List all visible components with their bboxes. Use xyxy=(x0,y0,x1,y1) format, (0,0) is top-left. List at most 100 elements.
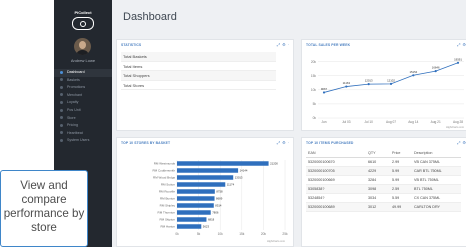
table-cell: 3284 xyxy=(366,175,390,185)
data-label: 16646 xyxy=(432,66,440,70)
sidebar-item-label: Loyalty xyxy=(67,100,79,105)
statistics-card: STATISTICS ⤢ ⚙ · Total Baskets Total Items… xyxy=(116,39,294,131)
x-tick-label: 0k xyxy=(175,232,179,236)
table-row[interactable]: 5324854? 3034 5.59 CX CAN 375ML xyxy=(306,193,461,203)
column-header-ean[interactable]: EAN xyxy=(306,149,366,158)
sidebar-item-label: Heartbeat xyxy=(67,130,83,135)
sidebar-item-system-users[interactable]: System Users xyxy=(54,137,112,145)
table-row[interactable]: 5320000100705 4229 5.99 CAR BTL 750ML xyxy=(306,166,461,176)
data-point xyxy=(367,83,370,86)
sidebar-item-dashboard[interactable]: Dashboard xyxy=(54,69,112,77)
statistics-list: Total Baskets Total Items Total Shoppers… xyxy=(121,52,276,90)
x-tick-label: Aug 21 xyxy=(431,120,441,124)
y-tick-label: 5k xyxy=(313,102,317,106)
table-row[interactable]: 5320000100669 3284 5.99 VB BTL 750ML xyxy=(306,175,461,185)
expand-icon[interactable]: ⤢ xyxy=(277,42,280,47)
table-cell: 5305838? xyxy=(306,184,366,194)
table-cell: 5320000100689 xyxy=(306,202,366,212)
table-cell: 5320000100669 xyxy=(306,175,366,185)
bar xyxy=(177,217,207,222)
bar xyxy=(177,175,234,180)
table-cell: VB BTL 750ML xyxy=(412,175,461,185)
table-row[interactable]: 5320000100689 3012 49.99 CARLTON DRY xyxy=(306,202,461,212)
store-icon xyxy=(60,116,63,120)
bar xyxy=(177,210,211,215)
data-point xyxy=(412,74,415,77)
gear-icon[interactable]: ⚙ xyxy=(282,42,286,47)
list-item: Total Items xyxy=(121,62,276,71)
data-label: 6818 xyxy=(208,218,215,222)
sidebar-item-promotions[interactable]: Promotions xyxy=(54,84,112,92)
table-cell: 49.99 xyxy=(390,202,412,212)
data-point xyxy=(456,61,460,64)
data-label: 7806 xyxy=(212,211,219,215)
sidebar-item-label: Merchant xyxy=(67,92,82,97)
loyalty-icon xyxy=(60,100,63,104)
promotion-icon xyxy=(60,85,63,89)
page-title: Dashboard xyxy=(123,11,177,23)
x-tick-label: Aug 28 xyxy=(453,120,463,124)
y-tick-label: 0k xyxy=(313,116,317,120)
table-cell: 5320000100705 xyxy=(306,166,366,176)
chart-credit: Highcharts.com xyxy=(267,239,285,243)
sidebar-item-label: Store xyxy=(67,115,76,120)
table-cell: CAR BTL 750ML xyxy=(412,166,461,176)
brand-logo-icon[interactable] xyxy=(72,17,94,30)
expand-icon[interactable]: ⤢ xyxy=(457,140,460,145)
table-cell: 2.59 xyxy=(390,184,412,194)
users-icon xyxy=(60,138,63,142)
data-label: 14144 xyxy=(240,169,248,173)
sidebar-item-label: Baskets xyxy=(67,77,80,82)
x-tick-label: 5k xyxy=(197,232,201,236)
data-label: 9067 xyxy=(321,87,328,91)
category-label: RM Skipton xyxy=(159,218,175,222)
pricing-icon xyxy=(60,123,63,127)
sidebar-item-label: Dashboard xyxy=(67,70,85,74)
items-table-card: TOP 10 ITEMS PURCHASED ⤢ ⚙ EAN QTY Price … xyxy=(301,137,466,247)
data-label: 13013 xyxy=(235,176,243,180)
table-cell: 5.99 xyxy=(390,166,412,176)
gear-icon[interactable]: ⚙ xyxy=(462,140,466,145)
table-cell: 5324854? xyxy=(306,193,366,203)
x-tick-label: Jul 10 xyxy=(364,120,373,124)
table-row[interactable]: 5320000100670 6610 2.99 VB CAN 375ML xyxy=(306,157,461,167)
sales-line-chart: 20k 15k 10k 5k 0k Jun Jul 03 Jul 10 Aug 07 Aug 14… xyxy=(311,57,464,129)
card-tools: ⤢ ⚙ · xyxy=(275,42,289,47)
sidebar-item-pricing[interactable]: Pricing xyxy=(54,122,112,130)
close-icon[interactable]: · xyxy=(288,42,289,47)
data-label: 12013 xyxy=(365,79,373,83)
category-label: RM Thornton xyxy=(158,211,176,215)
sales-chart-card: TOTAL SALES PER WEEK ⤢ ⚙ 20k 15k 10k 5k 0k Jun… xyxy=(301,39,466,131)
table-cell: CARLTON DRY xyxy=(412,202,461,212)
table-row[interactable]: 5305838? 3098 2.59 BTL 750ML xyxy=(306,184,461,194)
data-label: 8689 xyxy=(216,197,223,201)
column-header-price[interactable]: Price xyxy=(390,149,412,158)
sidebar-item-baskets[interactable]: Baskets xyxy=(54,77,112,85)
column-header-qty[interactable]: QTY xyxy=(366,149,390,158)
sidebar-item-pos-unit[interactable]: Pos Unit xyxy=(54,107,112,115)
table-cell: 5320000100670 xyxy=(306,157,366,167)
x-tick-label: 15k xyxy=(239,232,245,236)
user-name[interactable]: Andrew Lowe xyxy=(54,58,112,63)
sidebar-item-merchant[interactable]: Merchant xyxy=(54,92,112,100)
data-label: 8758 xyxy=(216,190,223,194)
sidebar-item-store[interactable]: Store xyxy=(54,115,112,123)
heartbeat-icon xyxy=(60,131,63,135)
avatar[interactable] xyxy=(74,38,91,55)
y-tick-label: 10k xyxy=(311,88,317,92)
callout-text: View and compare performance by store xyxy=(3,179,85,234)
list-item: Total Baskets xyxy=(121,52,276,62)
category-label: RM Bunton xyxy=(160,197,175,201)
bar xyxy=(177,182,226,187)
brand-name: PiCollect xyxy=(74,10,92,15)
column-header-description[interactable]: Description xyxy=(412,149,461,158)
data-point xyxy=(434,69,437,73)
sidebar-item-loyalty[interactable]: Loyalty xyxy=(54,99,112,107)
sidebar-item-label: System Users xyxy=(67,138,90,143)
category-label: RM Westmunds xyxy=(154,162,176,166)
feature-callout: View and compare performance by store xyxy=(0,170,88,247)
data-label: 8514 xyxy=(215,204,222,208)
sidebar-item-label: Pos Unit xyxy=(67,107,81,112)
y-tick-label: 15k xyxy=(311,74,317,78)
sidebar-item-heartbeat[interactable]: Heartbeat xyxy=(54,130,112,138)
